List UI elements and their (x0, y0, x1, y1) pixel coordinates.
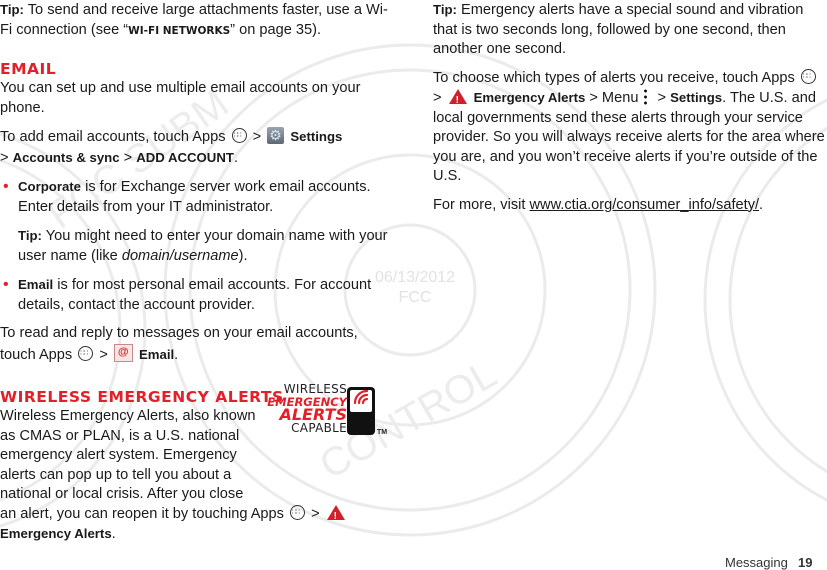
apps-icon (290, 503, 306, 522)
apps-label: Apps (250, 505, 284, 522)
settings-label: Settings (670, 90, 723, 105)
trademark-mark: TM (377, 429, 388, 436)
tip-attachments: Tip: To send and receive large attachmen… (0, 0, 392, 41)
instruction-text: To choose which types of alerts you rece… (433, 69, 795, 86)
more-info: For more, visit www.ctia.org/consumer_in… (433, 196, 827, 216)
bullet-bold: Email (18, 277, 54, 292)
tip-domain: Tip: You might need to enter your domain… (0, 226, 392, 266)
separator: > (95, 346, 112, 363)
list-item-email: • Email is for most personal email accou… (0, 275, 392, 315)
tip-label: Tip: (18, 228, 42, 243)
settings-icon (267, 126, 285, 146)
instruction-text: To read and reply to messages on your em… (0, 325, 358, 363)
choose-alerts-instructions: To choose which types of alerts you rece… (433, 67, 827, 187)
accounts-sync-label: Accounts & sync (12, 149, 120, 165)
separator: > (119, 149, 137, 166)
apps-icon (78, 344, 94, 363)
more-text: For more, visit (433, 196, 530, 213)
email-label: Email (138, 346, 175, 362)
tip-text-end: ” on page 35). (230, 21, 322, 38)
separator: > (653, 90, 671, 106)
tip-text: Emergency alerts have a special sound an… (433, 2, 804, 57)
page-number: 19 (798, 555, 813, 570)
wifi-networks-link[interactable]: WI-FI NETWORKS (128, 25, 230, 37)
tip-example: domain/username (121, 247, 239, 264)
emergency-alerts-label: Emergency Alerts (473, 90, 586, 105)
right-column: Tip: Emergency alerts have a special sou… (433, 0, 827, 224)
separator: > (307, 505, 324, 522)
ctia-safety-link[interactable]: www.ctia.org/consumer_info/safety/ (530, 197, 760, 213)
tip-label: Tip: (0, 2, 24, 17)
bullet-icon: • (3, 178, 9, 195)
list-item-corporate: • Corporate is for Exchange server work … (0, 177, 392, 217)
bullet-icon: • (3, 276, 9, 293)
bullet-text: is for most personal email accounts. For… (18, 277, 372, 313)
wea-capable-logo: WIRELESS EMERGENCY ALERTS CAPABLE TM (265, 383, 390, 439)
emergency-alerts-label: Emergency Alerts (0, 526, 112, 541)
logo-line-alerts: ALERTS (279, 405, 347, 424)
logo-line-capable: CAPABLE (291, 421, 347, 435)
menu-label: > Menu (585, 90, 639, 106)
add-accounts-instructions: To add email accounts, touch Apps > Sett… (0, 126, 392, 168)
logo-line-wireless: WIRELESS (283, 382, 347, 396)
wea-text: Wireless Emergency Alerts, also known as… (0, 408, 256, 522)
emergency-alert-icon (448, 89, 467, 111)
add-account-label: ADD ACCOUNT (136, 149, 234, 165)
period: . (174, 346, 179, 363)
read-reply-instructions: To read and reply to messages on your em… (0, 324, 392, 365)
tip-label: Tip: (433, 2, 457, 17)
apps-icon (231, 126, 247, 146)
emergency-alert-icon (326, 504, 345, 526)
email-heading: EMAIL (0, 60, 57, 78)
period: . (111, 526, 116, 542)
separator: > (248, 129, 266, 145)
footer-section-name: Messaging (725, 555, 788, 570)
wea-logo-text: WIRELESS EMERGENCY ALERTS CAPABLE (265, 383, 347, 435)
separator: > (433, 90, 446, 106)
period: . (759, 196, 764, 213)
menu-overflow-icon (644, 88, 648, 105)
phone-signal-icon (347, 387, 375, 435)
email-intro: You can set up and use multiple email ac… (0, 80, 361, 116)
tip-alert-sound: Tip: Emergency alerts have a special sou… (433, 0, 827, 60)
bullet-bold: Corporate (18, 179, 82, 194)
email-app-icon (113, 343, 133, 362)
settings-label: Settings (290, 129, 343, 144)
tip-text-end: ). (238, 247, 248, 264)
apps-icon (800, 67, 816, 86)
left-column: Tip: To send and receive large attachmen… (0, 0, 392, 545)
instruction-text: To add email accounts, touch Apps (0, 129, 226, 145)
period: . (233, 149, 238, 166)
separator: > (0, 149, 13, 166)
